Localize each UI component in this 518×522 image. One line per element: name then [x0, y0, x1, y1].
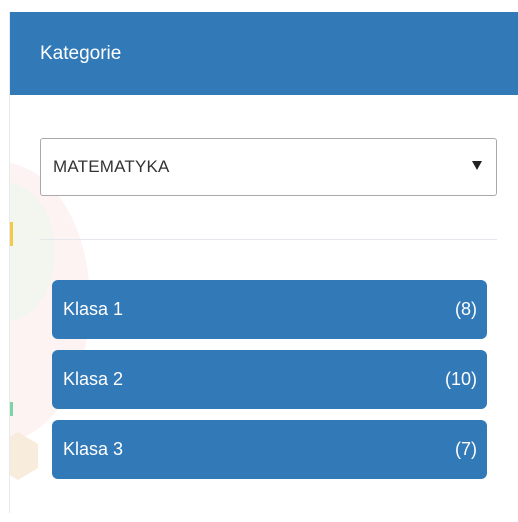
- category-select-value: MATEMATYKA: [53, 157, 170, 176]
- panel-title: Kategorie: [40, 43, 122, 64]
- class-item-3[interactable]: Klasa 3 (7): [52, 420, 487, 479]
- panel-header: Kategorie: [10, 12, 518, 95]
- categories-panel: Kategorie MATEMATYKA Klasa 1 (8) Klasa 2…: [9, 12, 518, 513]
- class-list: Klasa 1 (8) Klasa 2 (10) Klasa 3 (7): [52, 280, 487, 490]
- class-item-count: (10): [444, 369, 477, 389]
- class-item-count: (8): [455, 299, 477, 319]
- class-item-2[interactable]: Klasa 2 (10): [52, 350, 487, 409]
- class-item-label: Klasa 1: [63, 299, 124, 319]
- class-item-label: Klasa 3: [63, 439, 124, 459]
- category-select[interactable]: MATEMATYKA: [40, 138, 497, 196]
- divider: [40, 239, 497, 240]
- class-item-label: Klasa 2: [63, 369, 124, 389]
- class-item-1[interactable]: Klasa 1 (8): [52, 280, 487, 339]
- class-item-count: (7): [455, 439, 477, 459]
- caret-down-icon: [472, 161, 482, 170]
